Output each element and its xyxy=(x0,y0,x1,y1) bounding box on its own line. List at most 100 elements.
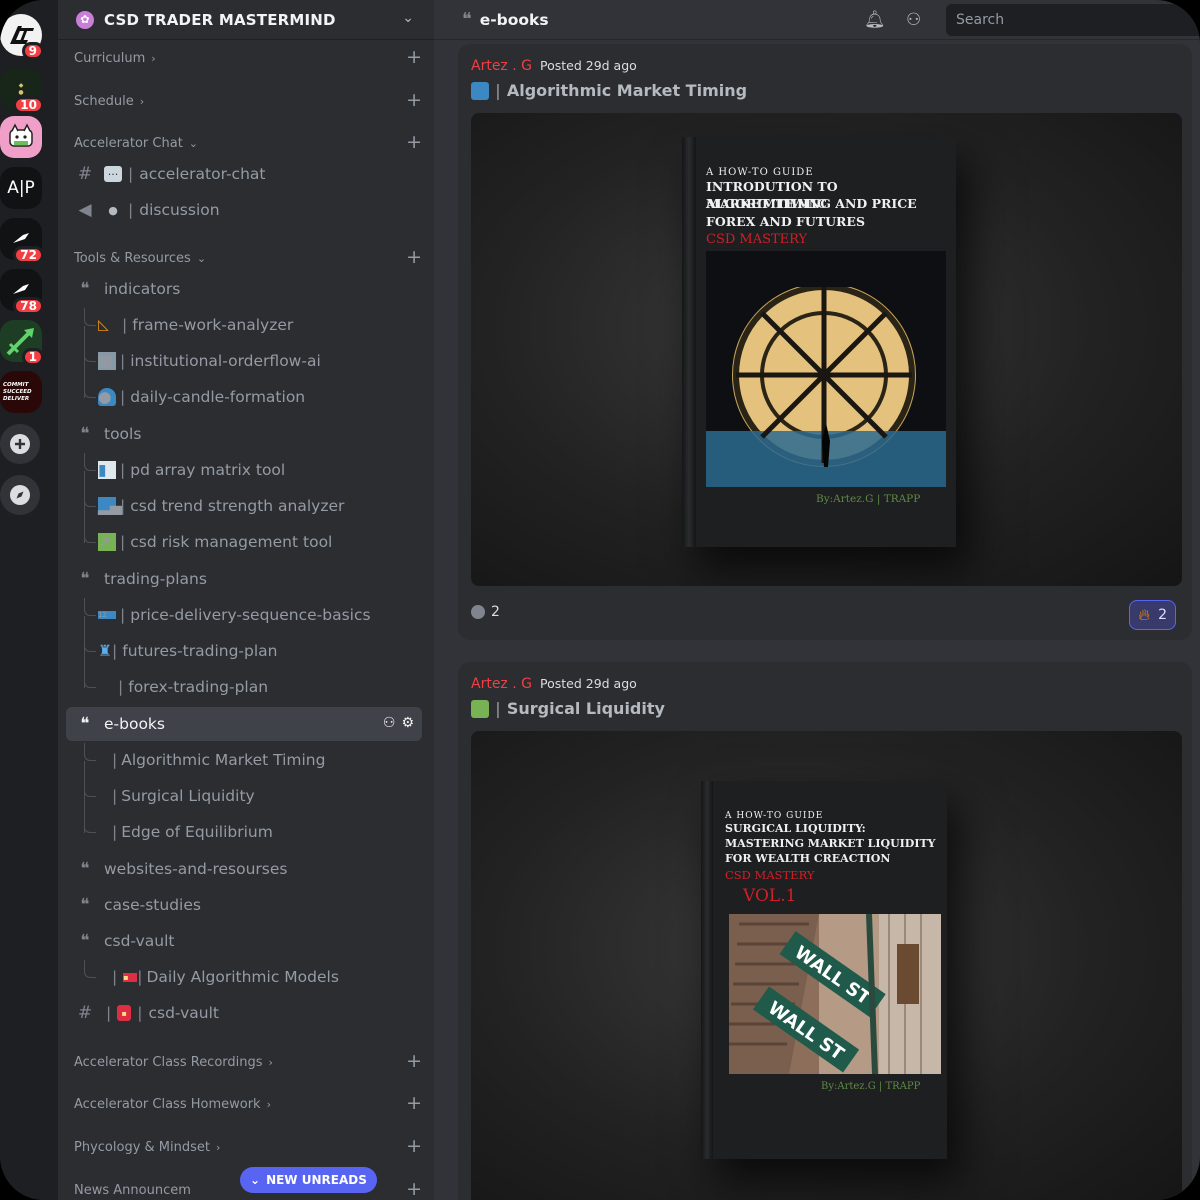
thread-institutional-orderflow-ai[interactable]: ▦ | institutional-orderflow-ai xyxy=(84,326,422,378)
thread-daily-candle-formation[interactable]: ● | daily-candle-formation xyxy=(84,362,422,414)
server-icon-bird-2[interactable]: 78 xyxy=(0,269,44,315)
channel-indicators[interactable]: ❝ indicators xyxy=(66,272,422,306)
add-channel-icon[interactable]: + xyxy=(406,1092,422,1114)
channel-e-books[interactable]: ❝ e-books ⚇ ⚙ xyxy=(66,707,422,741)
red-envelope-icon: ▪ xyxy=(117,1005,132,1021)
forum-icon: ❝ xyxy=(462,9,472,30)
server-icon-rocket[interactable]: 1 xyxy=(0,320,44,366)
thread-pd-array-matrix-tool[interactable]: ▮ | pd array matrix tool xyxy=(84,453,422,487)
thread-algorithmic-market-timing[interactable]: | Algorithmic Market Timing xyxy=(84,743,422,777)
separator: | xyxy=(112,823,118,841)
category-psychology-mindset[interactable]: Phycology & Mindset › + xyxy=(74,1135,426,1157)
channel-title: e-books xyxy=(479,10,549,29)
server-icon-lt[interactable]: 9 xyxy=(0,14,44,60)
channel-label: discussion xyxy=(139,201,220,219)
post-title[interactable]: | Surgical Liquidity xyxy=(471,699,665,718)
post-image[interactable]: A HOW-TO GUIDE INTRODUTION TO ALGORIMTHM… xyxy=(471,113,1182,586)
thread-label: Surgical Liquidity xyxy=(121,787,255,805)
channel-csd-vault-text[interactable]: # | ▪ | csd-vault xyxy=(66,996,422,1030)
post-title[interactable]: | Algorithmic Market Timing xyxy=(471,81,747,100)
add-channel-icon[interactable]: + xyxy=(406,46,422,68)
post-author[interactable]: Artez . G xyxy=(471,58,532,74)
add-channel-icon[interactable]: + xyxy=(406,89,422,111)
channel-accelerator-chat[interactable]: # ··· | accelerator-chat xyxy=(66,157,422,191)
compass-icon xyxy=(10,485,30,505)
post-title-text: Algorithmic Market Timing xyxy=(506,81,748,100)
channel-trading-plans[interactable]: ❝ trading-plans xyxy=(66,562,422,596)
thread-connector xyxy=(84,743,96,761)
forum-icon: ❝ xyxy=(80,424,90,444)
category-schedule[interactable]: Schedule › + xyxy=(74,89,426,111)
thread-connector xyxy=(84,525,96,543)
add-channel-icon[interactable]: + xyxy=(406,1178,422,1200)
add-channel-icon[interactable]: + xyxy=(406,131,422,153)
server-icon-bird-1[interactable]: 72 xyxy=(0,218,44,264)
mention-badge: 9 xyxy=(21,42,44,60)
channel-websites-and-resourses[interactable]: ❝ websites-and-resourses xyxy=(66,852,422,886)
category-curriculum[interactable]: Curriculum › + xyxy=(74,46,426,68)
channel-csd-vault-forum[interactable]: ❝ csd-vault xyxy=(66,924,422,958)
book-brand: CSD MASTERY xyxy=(725,868,815,882)
thread-csd-risk-management-tool[interactable]: ↗ | csd risk management tool xyxy=(84,507,422,559)
category-label: Accelerator Class Recordings xyxy=(74,1054,263,1070)
thread-label: Daily Algorithmic Models xyxy=(146,968,339,986)
post-timestamp: Posted 29d ago xyxy=(539,58,637,73)
book-title-line: SURGICAL LIQUIDITY: xyxy=(725,822,866,835)
separator: | xyxy=(112,968,118,986)
post-timestamp: Posted 29d ago xyxy=(539,676,637,691)
hashtag-icon: # xyxy=(77,1003,93,1023)
green-book-icon xyxy=(471,699,489,718)
statue-of-liberty-icon: ♜ xyxy=(98,642,112,660)
server-icon-commit[interactable]: COMMIT SUCCEED DELIVER xyxy=(0,371,42,413)
search-input[interactable]: Search xyxy=(946,4,1200,36)
book-title-line: FOR WEALTH CREACTION xyxy=(725,852,891,865)
channel-discussion[interactable]: ◀ ● | discussion xyxy=(66,193,422,227)
separator: | xyxy=(128,165,134,183)
thread-price-delivery-sequence-basics[interactable]: 12 | price-delivery-sequence-basics xyxy=(84,598,422,632)
thread-edge-of-equilibrium[interactable]: | Edge of Equilibrium xyxy=(84,797,422,849)
triangular-ruler-icon: ◺ xyxy=(98,317,109,333)
guild-header[interactable]: ✿ CSD TRADER MASTERMIND ⌄ xyxy=(58,0,434,40)
add-member-icon[interactable]: ⚇ xyxy=(383,715,396,731)
server-rail: 9 ◆ ● 10 A|P 72 78 1 COMMIT SUCCEED DELI… xyxy=(0,0,58,1200)
add-channel-icon[interactable]: + xyxy=(406,1050,422,1072)
comment-count[interactable]: 2 xyxy=(471,604,500,620)
category-tools-resources[interactable]: Tools & Resources ⌄ + xyxy=(74,246,426,268)
thread-daily-algorithmic-models[interactable]: | ▪ | Daily Algorithmic Models xyxy=(84,960,422,994)
forum-post[interactable]: Artez . G Posted 29d ago | Algorithmic M… xyxy=(458,44,1192,640)
thread-connector xyxy=(84,960,96,978)
channel-case-studies[interactable]: ❝ case-studies xyxy=(66,888,422,922)
main-content: ❝ e-books 🔔︎ ⚇ Search Artez . G Posted 2… xyxy=(434,0,1200,1200)
new-unreads-pill[interactable]: ⌄ NEW UNREADS xyxy=(240,1167,377,1193)
chevron-down-icon[interactable]: ⌄ xyxy=(402,10,414,26)
post-author[interactable]: Artez . G xyxy=(471,676,532,692)
add-server-button[interactable] xyxy=(0,424,40,464)
bar-chart-icon: ▮ xyxy=(98,461,116,479)
thread-frame-work-analyzer[interactable]: ◺ | frame-work-analyzer xyxy=(84,308,422,342)
thread-csd-trend-strength-analyzer[interactable]: ▂▄ | csd trend strength analyzer xyxy=(84,471,422,523)
thread-forex-trading-plan[interactable]: | forex-trading-plan xyxy=(84,652,422,704)
forum-icon: ❝ xyxy=(80,895,90,915)
fire-reaction[interactable]: 🔥︎ 2 xyxy=(1129,600,1176,630)
channel-sidebar: ✿ CSD TRADER MASTERMIND ⌄ Curriculum › + … xyxy=(58,0,434,1200)
book-volume: VOL.1 xyxy=(743,886,797,906)
post-image[interactable]: A HOW-TO GUIDE SURGICAL LIQUIDITY: MASTE… xyxy=(471,731,1182,1200)
category-class-homework[interactable]: Accelerator Class Homework › + xyxy=(74,1092,426,1114)
server-icon-cat[interactable] xyxy=(0,116,42,158)
add-channel-icon[interactable]: + xyxy=(406,1135,422,1157)
members-icon[interactable]: ⚇ xyxy=(906,10,921,30)
thread-surgical-liquidity[interactable]: | Surgical Liquidity xyxy=(84,761,422,813)
category-accelerator-chat[interactable]: Accelerator Chat ⌄ + xyxy=(74,131,426,153)
add-channel-icon[interactable]: + xyxy=(406,246,422,268)
server-icon-ap[interactable]: A|P xyxy=(0,167,42,209)
thread-futures-trading-plan[interactable]: ♜ | futures-trading-plan xyxy=(84,616,422,668)
discover-button[interactable] xyxy=(0,475,40,515)
category-class-recordings[interactable]: Accelerator Class Recordings › + xyxy=(74,1050,426,1072)
forum-post[interactable]: Artez . G Posted 29d ago | Surgical Liqu… xyxy=(458,662,1192,1200)
server-icon-crown[interactable]: ◆ ● 10 xyxy=(0,68,44,114)
fire-icon: 🔥︎ xyxy=(1138,605,1151,624)
channel-tools[interactable]: ❝ tools xyxy=(66,417,422,451)
mention-badge: 1 xyxy=(21,348,44,366)
bell-icon[interactable]: 🔔︎ xyxy=(864,10,886,30)
gear-icon[interactable]: ⚙ xyxy=(401,715,414,731)
